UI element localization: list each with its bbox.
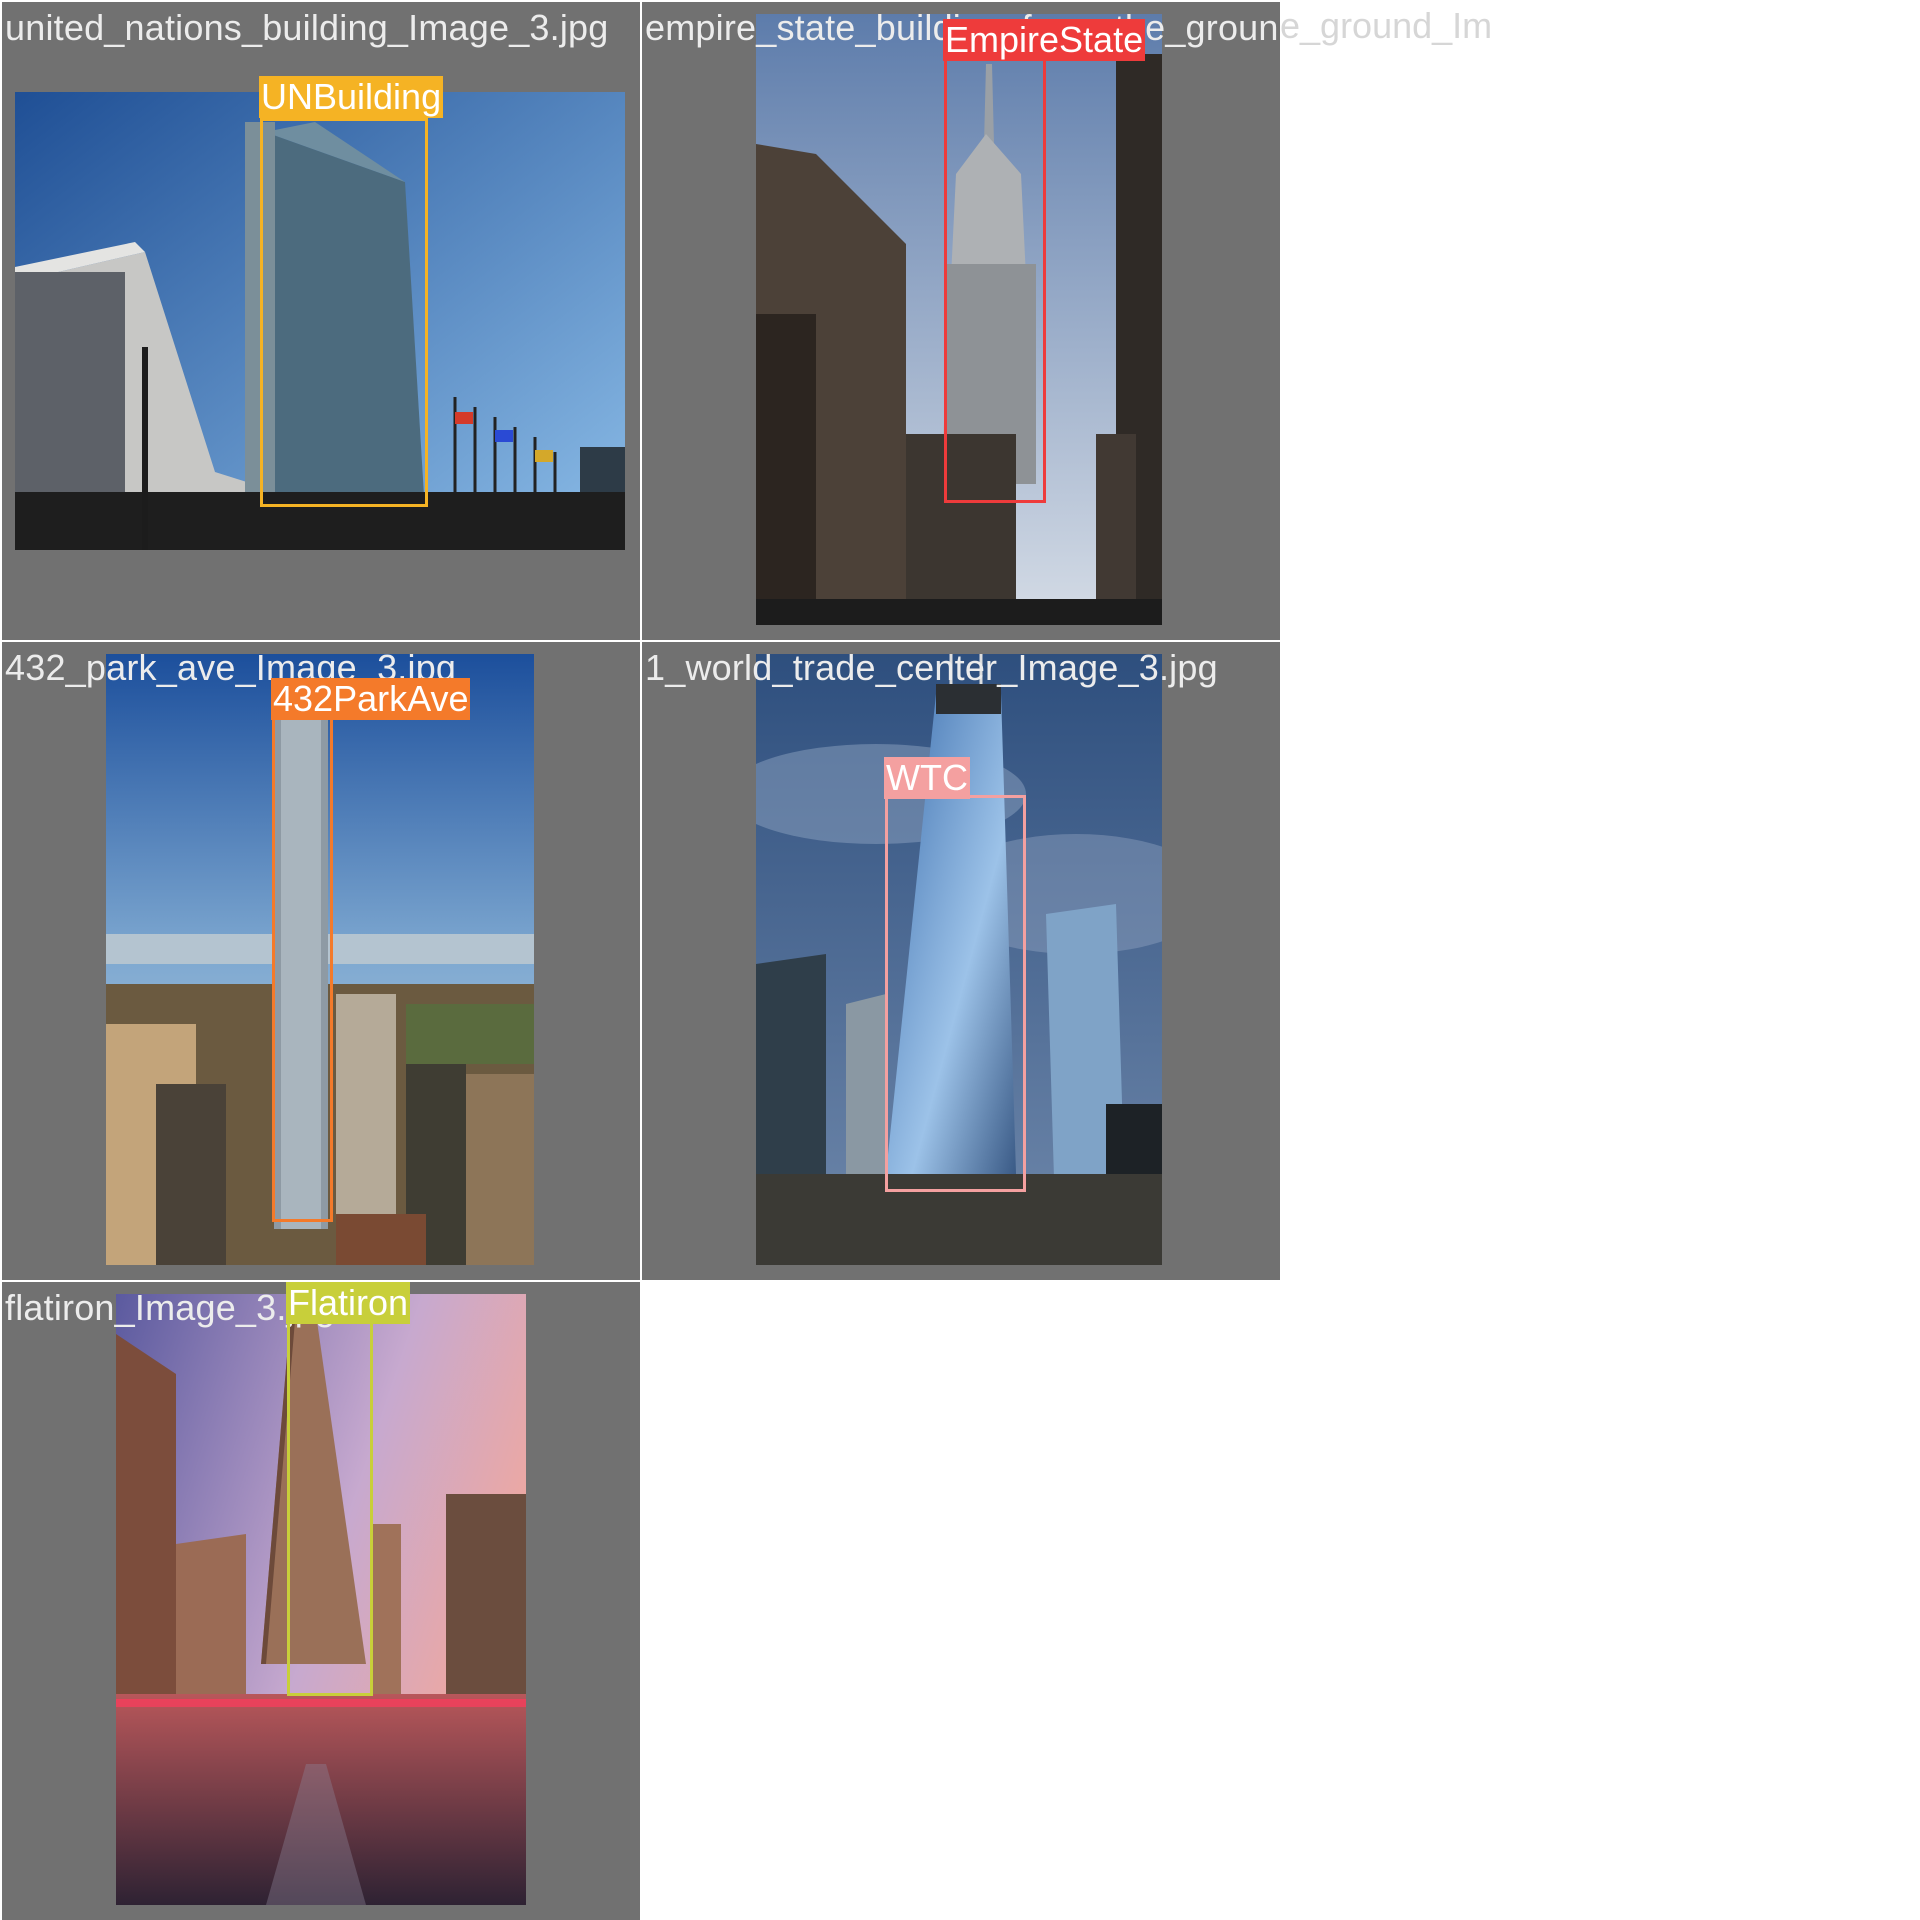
image-panel-432-park-ave: 432_park_ave_Image_3.jpg 432ParkAve: [2, 642, 640, 1280]
image-panel-flatiron: flatiron_Image_3.jpg Flatiron: [2, 1282, 640, 1920]
bounding-box-flatiron: [287, 1320, 373, 1696]
bbox-label-flatiron: Flatiron: [286, 1282, 411, 1324]
bbox-label-wtc: WTC: [884, 757, 970, 799]
image-panel-empire-state: empire_state_building_from_the_ground_Im…: [642, 2, 1280, 640]
bbox-label-432-park-ave: 432ParkAve: [271, 678, 471, 720]
bounding-box-wtc: [885, 795, 1026, 1192]
filename-overflow-text: e_ground_Im: [1280, 5, 1493, 46]
image-panel-wtc: 1_world_trade_center_Image_3.jpg WTC: [642, 642, 1280, 1280]
bounding-box-un-building: [260, 118, 428, 507]
image-filename: 1_world_trade_center_Image_3.jpg: [645, 647, 1218, 688]
image-panel-un-building: united_nations_building_Image_3.jpg UNBu…: [2, 2, 640, 640]
bounding-box-432-park-ave: [272, 716, 333, 1222]
bounding-box-empire-state: [944, 56, 1046, 503]
bbox-label-un-building: UNBuilding: [259, 76, 444, 118]
bbox-label-empire-state: EmpireState: [943, 19, 1146, 61]
image-filename: united_nations_building_Image_3.jpg: [5, 7, 609, 48]
